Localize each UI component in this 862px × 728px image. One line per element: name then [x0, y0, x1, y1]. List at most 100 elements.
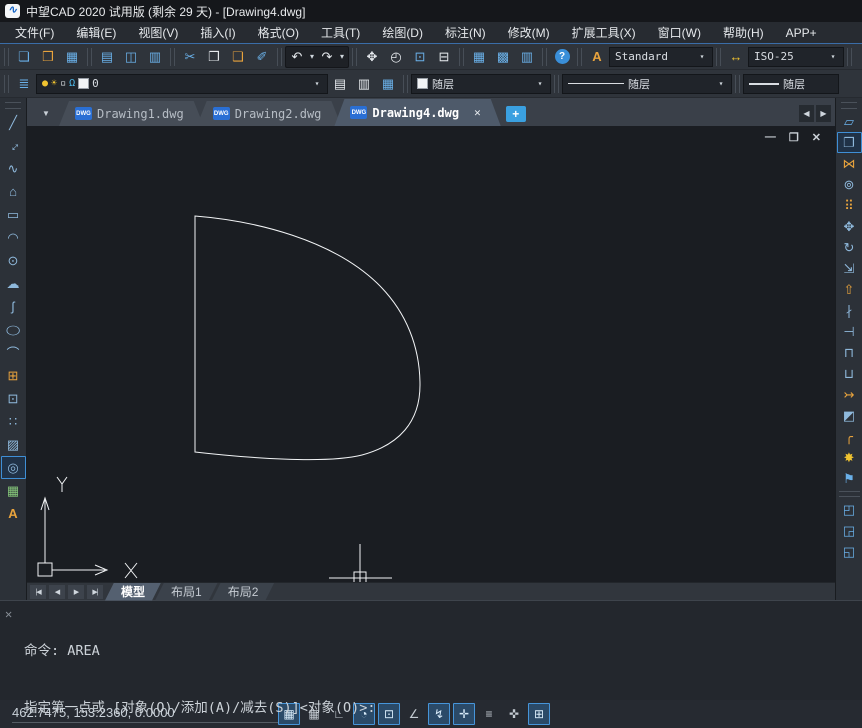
- pan-button[interactable]: ✥: [360, 46, 384, 68]
- layout-last-button[interactable]: ▶|: [87, 585, 103, 599]
- tab-layout2[interactable]: 布局2: [212, 583, 275, 601]
- layer-manager-button[interactable]: ≣: [12, 73, 36, 95]
- print-preview-button[interactable]: ◫: [119, 46, 143, 68]
- revision-cloud-button[interactable]: ☁: [1, 272, 26, 295]
- menu-view[interactable]: 视图(V): [127, 22, 189, 43]
- drawing-canvas[interactable]: — ❐ ✕: [27, 126, 835, 582]
- table-button[interactable]: ▦: [1, 479, 26, 502]
- make-block-button[interactable]: ⊡: [1, 387, 26, 410]
- table-style-button[interactable]: ▦: [855, 46, 862, 68]
- minimize-icon[interactable]: —: [765, 131, 776, 144]
- draw-order-above-button[interactable]: ◱: [837, 541, 862, 562]
- layer-on-icon[interactable]: ●: [42, 78, 48, 89]
- format-painter-button[interactable]: ✐: [250, 46, 274, 68]
- dim-style-select[interactable]: ISO-25 ▾: [748, 47, 844, 67]
- insert-block-button[interactable]: ⊞: [1, 364, 26, 387]
- text-style-button[interactable]: A: [585, 46, 609, 68]
- block-editor-button[interactable]: ⚑: [837, 468, 862, 489]
- open-button[interactable]: ❒: [36, 46, 60, 68]
- undo-button[interactable]: ↶: [287, 46, 307, 68]
- publish-button[interactable]: ▥: [143, 46, 167, 68]
- menu-tools[interactable]: 工具(T): [310, 22, 371, 43]
- tab-drawing4[interactable]: DWG Drawing4.dwg ✕: [334, 99, 500, 126]
- tab-layout1[interactable]: 布局1: [155, 583, 218, 601]
- layout-prev-button[interactable]: ◀: [49, 585, 65, 599]
- save-button[interactable]: ▦: [60, 46, 84, 68]
- tab-close-icon[interactable]: ✕: [474, 106, 481, 119]
- layer-unlock-icon[interactable]: Ω: [69, 78, 75, 89]
- lineweight-select[interactable]: 随层: [743, 74, 839, 94]
- layer-plot-icon[interactable]: ▫: [60, 78, 66, 89]
- move-button[interactable]: ✥: [837, 216, 862, 237]
- undo-dropdown[interactable]: ▾: [307, 52, 317, 61]
- arc-button[interactable]: ◠: [1, 226, 26, 249]
- print-button[interactable]: ▤: [95, 46, 119, 68]
- join-button[interactable]: ↣: [837, 384, 862, 405]
- scale-button[interactable]: ⇲: [837, 258, 862, 279]
- menu-window[interactable]: 窗口(W): [647, 22, 712, 43]
- break-at-point-button[interactable]: ⊓: [837, 342, 862, 363]
- linetype-select[interactable]: 随层 ▾: [562, 74, 732, 94]
- help-button[interactable]: ?: [550, 46, 574, 68]
- array-button[interactable]: ⠿: [837, 195, 862, 216]
- tool-palette-button[interactable]: ▥: [515, 46, 539, 68]
- erase-button[interactable]: ▱: [837, 111, 862, 132]
- rectangle-button[interactable]: ▭: [1, 203, 26, 226]
- menu-express-tools[interactable]: 扩展工具(X): [561, 22, 647, 43]
- line-button[interactable]: ╱: [1, 111, 26, 134]
- hatch-button[interactable]: ▨: [1, 433, 26, 456]
- cut-button[interactable]: ✂: [178, 46, 202, 68]
- layer-select[interactable]: ● ☀ ▫ Ω 0 ▾: [36, 74, 328, 94]
- polyline-button[interactable]: ∿: [1, 157, 26, 180]
- point-button[interactable]: ∷: [1, 410, 26, 433]
- copy-object-button[interactable]: ❐: [837, 132, 862, 153]
- properties-palette-button[interactable]: ▦: [467, 46, 491, 68]
- layer-previous-button[interactable]: ▤: [328, 73, 352, 95]
- stretch-button[interactable]: ⇧: [837, 279, 862, 300]
- construction-line-button[interactable]: ↔: [1, 134, 26, 157]
- color-select[interactable]: 随层 ▾: [411, 74, 551, 94]
- fillet-button[interactable]: ╭: [837, 426, 862, 447]
- ellipse-arc-button[interactable]: ⌒: [1, 341, 26, 364]
- mirror-button[interactable]: ⋈: [837, 153, 862, 174]
- menu-help[interactable]: 帮助(H): [712, 22, 775, 43]
- tab-scroll-left-button[interactable]: ◀: [799, 105, 814, 122]
- layer-freeze-icon[interactable]: ☀: [51, 78, 57, 89]
- tab-drawing1[interactable]: DWG Drawing1.dwg: [59, 101, 204, 126]
- menu-insert[interactable]: 插入(I): [189, 22, 246, 43]
- draw-order-front-button[interactable]: ◰: [837, 499, 862, 520]
- zoom-window-button[interactable]: ⊡: [408, 46, 432, 68]
- restore-icon[interactable]: ❐: [789, 131, 799, 144]
- tab-drawing2[interactable]: DWG Drawing2.dwg: [197, 101, 342, 126]
- copy-button[interactable]: ❐: [202, 46, 226, 68]
- extend-button[interactable]: ⊣: [837, 321, 862, 342]
- close-icon[interactable]: ✕: [812, 131, 821, 144]
- dim-style-button[interactable]: ↔: [724, 46, 748, 68]
- text-style-select[interactable]: Standard ▾: [609, 47, 713, 67]
- layout-first-button[interactable]: |◀: [30, 585, 46, 599]
- menu-format[interactable]: 格式(O): [247, 22, 310, 43]
- zoom-previous-button[interactable]: ⊟: [432, 46, 456, 68]
- menu-file[interactable]: 文件(F): [4, 22, 65, 43]
- offset-button[interactable]: ⊚: [837, 174, 862, 195]
- command-close-icon[interactable]: ✕: [5, 607, 12, 621]
- sheet-set-button[interactable]: ▩: [491, 46, 515, 68]
- redo-button[interactable]: ↷: [317, 46, 337, 68]
- redo-dropdown[interactable]: ▾: [337, 52, 347, 61]
- menu-modify[interactable]: 修改(M): [497, 22, 561, 43]
- chamfer-button[interactable]: ◩: [837, 405, 862, 426]
- region-button[interactable]: ◎: [1, 456, 26, 479]
- new-tab-button[interactable]: +: [506, 106, 526, 122]
- menu-app-plus[interactable]: APP+: [775, 22, 828, 43]
- ellipse-button[interactable]: ◯: [1, 318, 26, 341]
- polygon-button[interactable]: ⌂: [1, 180, 26, 203]
- circle-button[interactable]: ⊙: [1, 249, 26, 272]
- zoom-realtime-button[interactable]: ◴: [384, 46, 408, 68]
- layout-next-button[interactable]: ▶: [68, 585, 84, 599]
- trim-button[interactable]: ∤: [837, 300, 862, 321]
- menu-dimension[interactable]: 标注(N): [434, 22, 497, 43]
- layer-states-button[interactable]: ▥: [352, 73, 376, 95]
- tab-list-dropdown[interactable]: ▼: [35, 102, 57, 124]
- layer-isolate-button[interactable]: ▦: [376, 73, 400, 95]
- rotate-button[interactable]: ↻: [837, 237, 862, 258]
